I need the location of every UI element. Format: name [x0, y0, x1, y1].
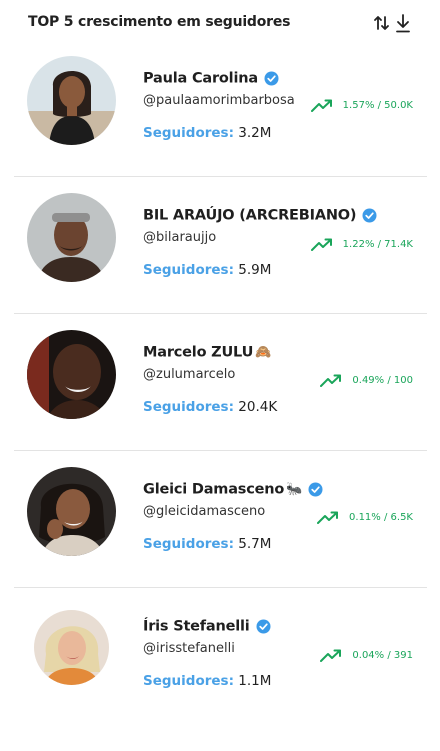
- name-row: Gleici Damasceno 🐜: [143, 479, 323, 501]
- download-button[interactable]: [394, 12, 412, 34]
- growth-stat: 0.04% / 391: [320, 645, 413, 664]
- sort-arrows-icon: [374, 16, 389, 30]
- influencer-handle[interactable]: @bilaraujjo: [143, 230, 216, 245]
- name-row: Íris Stefanelli: [143, 616, 271, 638]
- panel-header: TOP 5 crescimento em seguidores: [28, 12, 414, 36]
- avatar[interactable]: [27, 330, 116, 419]
- avatar-photo: [27, 56, 116, 145]
- name-emoji: 🐜: [286, 482, 303, 497]
- name-row: Marcelo ZULU 🙈: [143, 342, 271, 364]
- growth-value: 0.11% / 6.5K: [349, 512, 413, 523]
- influencer-card[interactable]: Paula Carolina @paulaamorimbarbosa Segui…: [14, 40, 427, 177]
- name-emoji: 🙈: [255, 345, 272, 360]
- avatar-photo: [27, 193, 116, 282]
- trending-up-icon: [310, 238, 333, 252]
- avatar[interactable]: [27, 467, 116, 556]
- influencer-name[interactable]: Gleici Damasceno: [143, 482, 284, 498]
- influencer-handle[interactable]: @irisstefanelli: [143, 641, 235, 656]
- influencer-card[interactable]: Gleici Damasceno 🐜 @gleicidamasceno Segui…: [14, 451, 427, 588]
- name-row: BIL ARAÚJO (ARCREBIANO): [143, 205, 377, 227]
- followers-count: Seguidores: 5.9M: [143, 262, 271, 278]
- influencer-name[interactable]: Marcelo ZULU: [143, 345, 253, 361]
- avatar[interactable]: [27, 56, 116, 145]
- followers-value: 1.1M: [238, 673, 272, 689]
- followers-label: Seguidores:: [143, 399, 234, 415]
- followers-label: Seguidores:: [143, 262, 234, 278]
- verified-badge-icon: [308, 482, 323, 497]
- followers-count: Seguidores: 1.1M: [143, 673, 271, 689]
- verified-badge-icon: [256, 619, 271, 634]
- followers-label: Seguidores:: [143, 673, 234, 689]
- growth-stat: 0.49% / 100: [320, 370, 413, 389]
- download-icon: [396, 14, 410, 33]
- trending-up-icon: [316, 511, 339, 525]
- avatar[interactable]: [34, 610, 109, 685]
- growth-stat: 0.11% / 6.5K: [316, 507, 413, 526]
- avatar-photo: [27, 467, 116, 556]
- influencer-handle[interactable]: @paulaamorimbarbosa: [143, 93, 295, 108]
- verified-badge-icon: [264, 71, 279, 86]
- panel-title: TOP 5 crescimento em seguidores: [28, 14, 291, 30]
- followers-count: Seguidores: 20.4K: [143, 399, 277, 415]
- growth-stat: 1.22% / 71.4K: [310, 234, 413, 253]
- avatar[interactable]: [27, 193, 116, 282]
- avatar-photo: [34, 610, 109, 685]
- verified-badge-icon: [362, 208, 377, 223]
- avatar-photo: [27, 330, 116, 419]
- trending-up-icon: [320, 649, 342, 663]
- influencer-handle[interactable]: @zulumarcelo: [143, 367, 235, 382]
- followers-label: Seguidores:: [143, 125, 234, 141]
- followers-label: Seguidores:: [143, 536, 234, 552]
- growth-value: 0.49% / 100: [352, 375, 413, 386]
- influencer-name[interactable]: BIL ARAÚJO (ARCREBIANO): [143, 208, 357, 224]
- followers-value: 20.4K: [238, 399, 278, 415]
- influencer-handle[interactable]: @gleicidamasceno: [143, 504, 265, 519]
- growth-value: 1.22% / 71.4K: [342, 239, 413, 250]
- influencer-list: Paula Carolina @paulaamorimbarbosa Segui…: [14, 40, 427, 724]
- trending-up-icon: [310, 99, 333, 113]
- name-row: Paula Carolina: [143, 68, 279, 90]
- growth-stat: 1.57% / 50.0K: [310, 95, 413, 114]
- influencer-name[interactable]: Paula Carolina: [143, 71, 258, 87]
- influencer-card[interactable]: BIL ARAÚJO (ARCREBIANO) @bilaraujjo Segu…: [14, 177, 427, 314]
- influencer-name[interactable]: Íris Stefanelli: [143, 619, 250, 635]
- trending-up-icon: [320, 374, 342, 388]
- followers-value: 5.7M: [238, 536, 272, 552]
- followers-value: 5.9M: [238, 262, 272, 278]
- influencer-card[interactable]: Marcelo ZULU 🙈 @zulumarcelo Seguidores: 2…: [14, 314, 427, 451]
- growth-value: 0.04% / 391: [352, 650, 413, 661]
- influencer-card[interactable]: Íris Stefanelli @irisstefanelli Seguidor…: [14, 588, 427, 724]
- sort-button[interactable]: [373, 12, 391, 34]
- growth-value: 1.57% / 50.0K: [342, 100, 413, 111]
- followers-count: Seguidores: 5.7M: [143, 536, 271, 552]
- followers-value: 3.2M: [238, 125, 272, 141]
- followers-count: Seguidores: 3.2M: [143, 125, 271, 141]
